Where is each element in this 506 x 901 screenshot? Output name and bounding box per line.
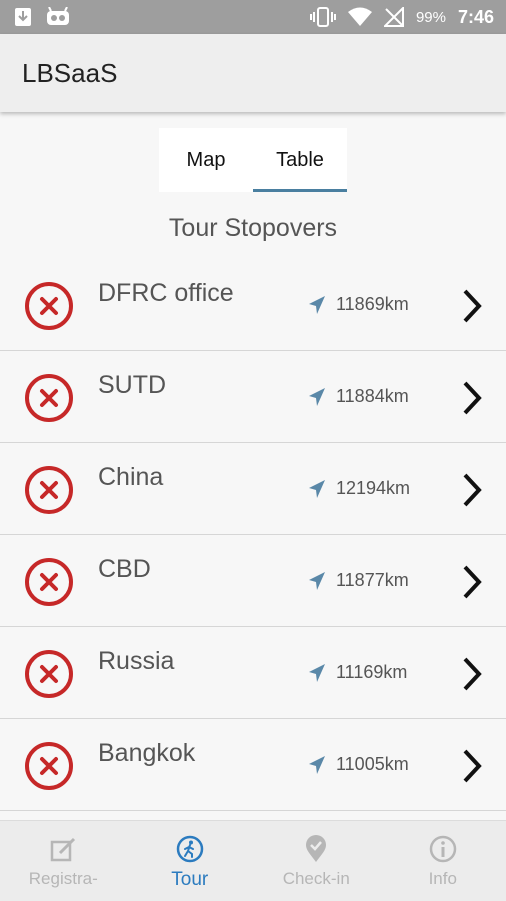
nav-tour[interactable]: Tour [127, 821, 254, 901]
list-item[interactable]: Bangkok 11005km [0, 719, 506, 811]
list-item[interactable]: CBD 11877km [0, 535, 506, 627]
status-bar: 99% 7:46 [0, 0, 506, 34]
stopover-name: SUTD [98, 371, 166, 400]
tab-table[interactable]: Table [253, 128, 347, 192]
navigation-arrow-icon [308, 755, 326, 775]
distance-value: 12194km [336, 478, 410, 499]
distance-value: 11877km [336, 570, 409, 591]
nav-registration-label: Registra- [29, 869, 98, 889]
delete-circle-icon[interactable] [24, 557, 74, 607]
list-item[interactable]: SUTD 11884km [0, 351, 506, 443]
map-pin-check-icon [302, 835, 330, 863]
bottom-nav: Registra- Tour Check-in Info [0, 820, 506, 901]
nav-tour-label: Tour [171, 869, 208, 891]
delete-circle-icon[interactable] [24, 373, 74, 423]
nav-registration[interactable]: Registra- [0, 821, 127, 901]
nav-info[interactable]: Info [380, 821, 506, 901]
chevron-right-icon[interactable] [460, 472, 484, 508]
wifi-icon [348, 7, 372, 27]
delete-circle-icon[interactable] [24, 281, 74, 331]
view-tabs: Map Table [159, 128, 347, 192]
chevron-right-icon[interactable] [460, 564, 484, 600]
stopover-name: China [98, 463, 163, 492]
list-item[interactable]: Russia 11169km [0, 627, 506, 719]
walking-person-icon [176, 835, 204, 863]
chevron-right-icon[interactable] [460, 380, 484, 416]
robot-icon [46, 7, 70, 27]
chevron-right-icon[interactable] [460, 288, 484, 324]
navigation-arrow-icon [308, 663, 326, 683]
navigation-arrow-icon [308, 387, 326, 407]
navigation-arrow-icon [308, 295, 326, 315]
delete-circle-icon[interactable] [24, 649, 74, 699]
distance: 11169km [308, 662, 407, 683]
delete-circle-icon[interactable] [24, 465, 74, 515]
section-title: Tour Stopovers [0, 214, 506, 243]
distance-value: 11005km [336, 754, 409, 775]
delete-circle-icon[interactable] [24, 741, 74, 791]
nav-check-in[interactable]: Check-in [253, 821, 380, 901]
distance: 11005km [308, 754, 409, 775]
download-icon [14, 7, 32, 27]
navigation-arrow-icon [308, 571, 326, 591]
stopover-name: Russia [98, 647, 174, 676]
distance-value: 11869km [336, 294, 409, 315]
stopover-name: Bangkok [98, 739, 195, 768]
app-title: LBSaaS [22, 58, 117, 89]
chevron-right-icon[interactable] [460, 748, 484, 784]
stopover-name: CBD [98, 555, 151, 584]
clock: 7:46 [458, 7, 494, 28]
distance: 11884km [308, 386, 409, 407]
app-bar: LBSaaS [0, 34, 506, 112]
stopover-name: DFRC office [98, 279, 234, 308]
distance: 11877km [308, 570, 409, 591]
vibrate-icon [310, 7, 336, 27]
distance: 12194km [308, 478, 410, 499]
navigation-arrow-icon [308, 479, 326, 499]
tab-map[interactable]: Map [159, 128, 253, 192]
stopover-list: DFRC office 11869km SUTD 11884km China 12194k… [0, 259, 506, 811]
chevron-right-icon[interactable] [460, 656, 484, 692]
no-signal-icon [384, 7, 404, 27]
nav-check-in-label: Check-in [283, 869, 350, 889]
list-item[interactable]: China 12194km [0, 443, 506, 535]
battery-percent: 99% [416, 9, 446, 26]
list-item[interactable]: DFRC office 11869km [0, 259, 506, 351]
distance-value: 11169km [336, 662, 407, 683]
info-icon [429, 835, 457, 863]
distance: 11869km [308, 294, 409, 315]
distance-value: 11884km [336, 386, 409, 407]
edit-icon [49, 835, 77, 863]
nav-info-label: Info [429, 869, 457, 889]
